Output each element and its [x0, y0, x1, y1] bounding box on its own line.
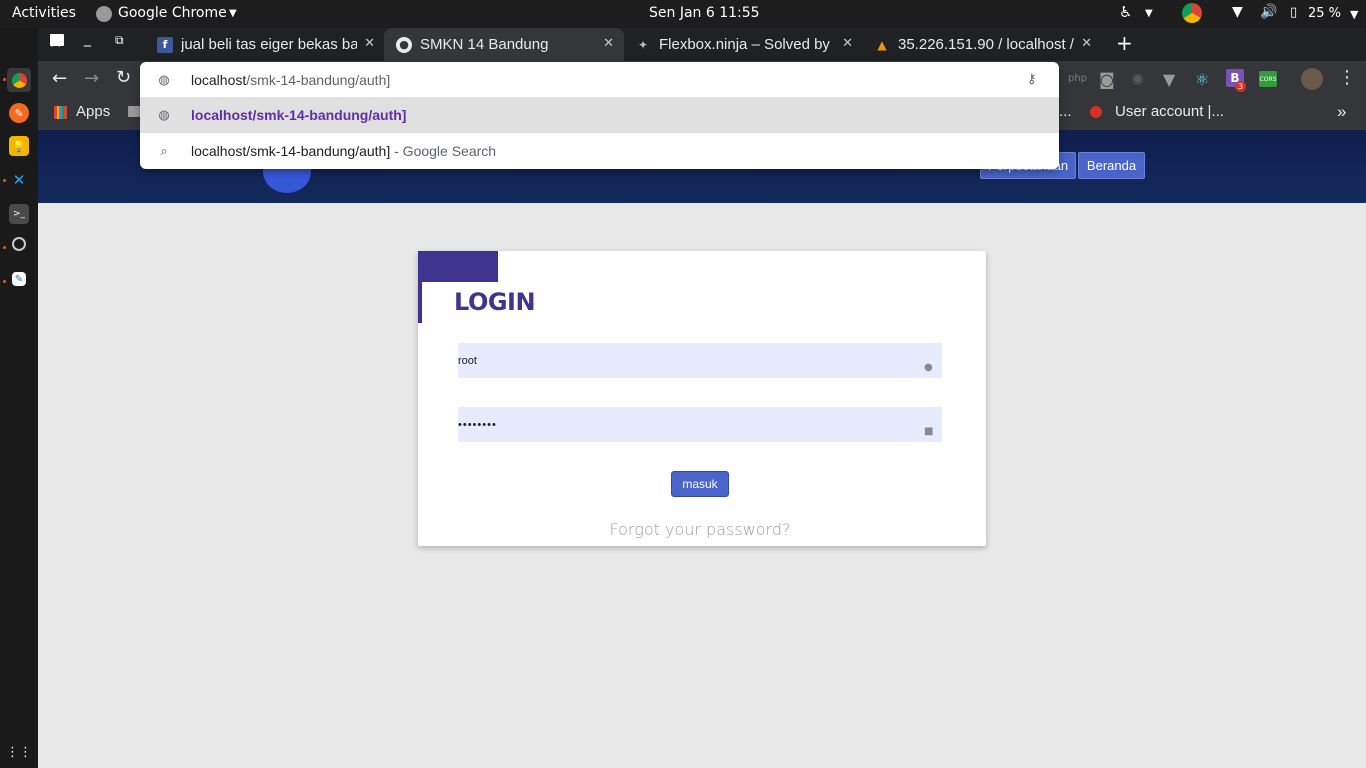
login-title: LOGIN	[454, 288, 536, 316]
close-tab-icon[interactable]: ✕	[364, 36, 375, 51]
wifi-icon[interactable]: ▼	[1232, 4, 1243, 20]
tab-title: 35.226.151.90 / localhost /	[898, 36, 1074, 53]
chevron-down-icon[interactable]: ▼	[1350, 8, 1358, 21]
tab-facebook[interactable]: f jual beli tas eiger bekas ba ✕	[145, 28, 385, 61]
minimize-icon[interactable]: _	[84, 31, 91, 47]
activities-button[interactable]: Activities	[12, 5, 76, 21]
vscode-icon[interactable]: ✕	[9, 170, 29, 190]
accessibility-icon[interactable]: ♿	[1119, 3, 1132, 21]
running-indicator	[3, 179, 6, 182]
forward-icon[interactable]: →	[84, 68, 99, 89]
tab-smkn14[interactable]: ● SMKN 14 Bandung ✕	[384, 28, 624, 61]
menu-icon[interactable]: ⋮	[1338, 67, 1356, 88]
facebook-icon: f	[157, 36, 173, 53]
address-path: /smk-14-bandung/auth]	[246, 71, 391, 88]
chrome-app-icon	[96, 6, 112, 22]
tab-title: SMKN 14 Bandung	[420, 36, 549, 53]
chrome-tray-icon[interactable]	[1182, 3, 1202, 23]
apps-grid-icon	[54, 106, 67, 119]
search-icon: ⌕	[160, 143, 168, 158]
password-input[interactable]	[458, 407, 942, 442]
show-applications-icon[interactable]: ⋮⋮	[6, 742, 32, 762]
cors-extension-icon[interactable]: CORS	[1259, 71, 1277, 87]
close-tab-icon[interactable]: ✕	[842, 36, 853, 51]
nav-beranda-button[interactable]: Beranda	[1078, 152, 1145, 179]
tab-flexbox[interactable]: ✦ Flexbox.ninja – Solved by F ✕	[623, 28, 863, 61]
suggestion-url[interactable]: ◍ localhost/smk-14-bandung/auth]	[140, 97, 1059, 133]
suggestion-suffix: - Google Search	[390, 143, 497, 159]
tab-strip: ✕ _ ⧉ f jual beli tas eiger bekas ba ✕ ●…	[38, 28, 1366, 61]
ninja-icon: ✦	[637, 37, 649, 52]
text-editor-icon[interactable]: ✎	[12, 272, 26, 286]
app-menu-label[interactable]: Google Chrome	[118, 5, 227, 21]
globe-icon: ●	[396, 36, 412, 53]
phpmyadmin-icon: ▲	[877, 37, 887, 52]
card-accent-bar	[418, 282, 422, 323]
user-icon: ●	[924, 362, 933, 373]
keep-icon[interactable]: 💡	[9, 136, 29, 156]
tab-title: Flexbox.ninja – Solved by F	[659, 36, 835, 53]
clock[interactable]: Sen Jan 6 11:55	[649, 5, 760, 21]
more-bookmarks-icon[interactable]: »	[1337, 102, 1346, 122]
react-devtools-icon[interactable]: ⚛	[1195, 70, 1209, 89]
key-icon[interactable]: ⚷	[1027, 71, 1037, 87]
suggestion-search-text: localhost/smk-14-bandung/auth] - Google …	[191, 143, 496, 159]
extension-badge: 3	[1235, 81, 1246, 92]
running-indicator	[3, 246, 6, 249]
restore-icon[interactable]: ⧉	[115, 33, 124, 48]
suggestion-search[interactable]: ⌕ localhost/smk-14-bandung/auth] - Googl…	[140, 133, 1059, 169]
dock: ✎ 💡 ✕ >_ ✎ ⋮⋮	[0, 28, 38, 768]
drupal-icon	[1090, 106, 1102, 118]
system-top-bar: Activities Google Chrome ▼ Sen Jan 6 11:…	[0, 0, 1366, 28]
globe-icon: ◍	[158, 71, 170, 87]
close-tab-icon[interactable]: ✕	[1081, 36, 1092, 51]
lock-icon: ■	[924, 426, 934, 437]
chevron-down-icon[interactable]: ▼	[1145, 8, 1153, 19]
globe-icon: ◍	[158, 107, 170, 122]
tab-phpmyadmin[interactable]: ▲ 35.226.151.90 / localhost / ✕	[862, 28, 1102, 61]
postman-icon[interactable]: ✎	[9, 103, 29, 123]
forgot-password-link[interactable]: Forgot your password?	[418, 520, 982, 539]
tab-title: jual beli tas eiger bekas ba	[181, 36, 357, 53]
back-icon[interactable]: ←	[52, 68, 67, 89]
login-card: LOGIN ● ■ masuk Forgot your password?	[418, 251, 986, 546]
volume-icon[interactable]: 🔊	[1260, 4, 1277, 20]
terminal-icon[interactable]: >_	[9, 204, 29, 224]
php-extension-icon[interactable]: php	[1068, 73, 1087, 84]
obs-icon[interactable]	[12, 237, 26, 251]
vue-devtools-icon[interactable]: ▼	[1163, 70, 1175, 89]
battery-percent: 25 %	[1308, 6, 1342, 21]
bookmark-ellipsis[interactable]: ...	[1059, 103, 1072, 120]
address-bar[interactable]: ◍ localhost/smk-14-bandung/auth] ⚷	[140, 62, 1059, 97]
close-window-icon[interactable]: ✕	[49, 33, 62, 52]
camera-icon[interactable]: ◙	[1099, 70, 1115, 89]
folder-icon[interactable]	[128, 106, 140, 117]
settings-extension-icon[interactable]: ✺	[1131, 70, 1144, 89]
running-indicator	[3, 280, 6, 283]
login-submit-button[interactable]: masuk	[671, 471, 729, 497]
address-input[interactable]: localhost/smk-14-bandung/auth]	[191, 72, 390, 88]
bookmark-apps[interactable]: Apps	[76, 103, 110, 120]
running-indicator	[3, 78, 6, 81]
suggestion-url-text: localhost/smk-14-bandung/auth]	[191, 107, 407, 123]
chrome-dock-icon[interactable]	[7, 68, 31, 92]
battery-icon[interactable]: ▯	[1290, 5, 1297, 20]
card-accent-tab	[418, 251, 498, 282]
profile-avatar[interactable]	[1301, 68, 1323, 90]
chevron-down-icon[interactable]: ▼	[229, 8, 237, 19]
new-tab-icon[interactable]: +	[1116, 31, 1133, 55]
bookmark-user-account[interactable]: User account |...	[1115, 103, 1224, 120]
omnibox-dropdown: ◍ localhost/smk-14-bandung/auth] ⚷ ◍ loc…	[140, 62, 1059, 169]
reload-icon[interactable]: ↻	[116, 67, 131, 88]
username-input[interactable]	[458, 343, 942, 378]
chrome-logo-icon	[11, 72, 27, 88]
address-host: localhost	[191, 71, 247, 88]
close-tab-icon[interactable]: ✕	[603, 36, 614, 51]
suggestion-query: localhost/smk-14-bandung/auth]	[191, 143, 391, 159]
